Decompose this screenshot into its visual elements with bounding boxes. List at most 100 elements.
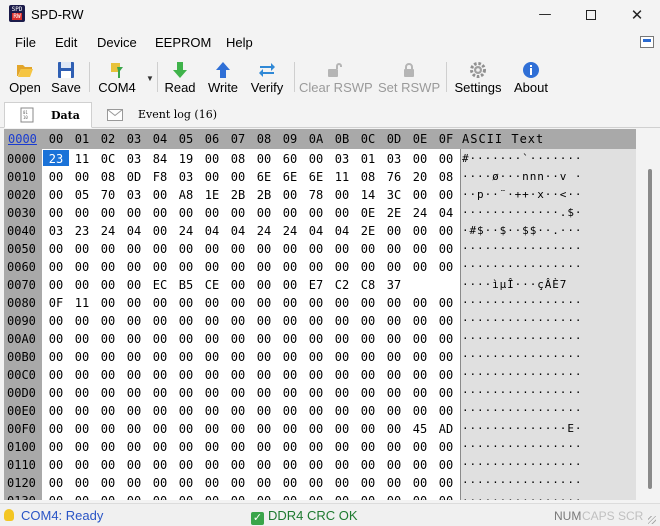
byte-cell[interactable]: 00 (303, 350, 329, 364)
byte-cell[interactable]: 00 (355, 440, 381, 454)
byte-cell[interactable]: 00 (303, 422, 329, 436)
ascii-text[interactable]: ················ (462, 332, 632, 345)
byte-cell[interactable]: 00 (329, 296, 355, 310)
byte-cell[interactable]: 14 (355, 188, 381, 202)
byte-cell[interactable]: C8 (355, 278, 381, 292)
byte-cell[interactable]: 76 (381, 170, 407, 184)
byte-cell[interactable]: 00 (95, 404, 121, 418)
byte-cell[interactable]: 00 (329, 188, 355, 202)
byte-cell[interactable]: 08 (95, 170, 121, 184)
minimize-button[interactable]: — (522, 0, 568, 30)
byte-cell[interactable]: 00 (199, 422, 225, 436)
byte-cell[interactable]: 00 (303, 368, 329, 382)
byte-cell[interactable]: 00 (95, 386, 121, 400)
byte-cell[interactable]: 00 (303, 242, 329, 256)
byte-cell[interactable]: 00 (43, 422, 69, 436)
byte-cell[interactable]: 00 (407, 476, 433, 490)
byte-cell[interactable]: 04 (199, 224, 225, 238)
byte-cell[interactable]: 00 (121, 368, 147, 382)
byte-cell[interactable]: 00 (329, 494, 355, 500)
byte-cell[interactable]: 00 (69, 350, 95, 364)
byte-cell[interactable]: 00 (199, 296, 225, 310)
byte-cell[interactable]: AD (433, 422, 459, 436)
byte-cell[interactable]: 00 (173, 314, 199, 328)
byte-cell[interactable]: 00 (69, 242, 95, 256)
open-button[interactable]: Open (6, 58, 44, 96)
byte-cell[interactable]: 00 (381, 224, 407, 238)
byte-cell[interactable]: 00 (121, 296, 147, 310)
byte-cell[interactable]: C2 (329, 278, 355, 292)
byte-cell[interactable]: 00 (251, 152, 277, 166)
byte-cell[interactable]: 00 (43, 260, 69, 274)
ascii-text[interactable]: ················ (462, 242, 632, 255)
byte-cell[interactable]: 00 (303, 440, 329, 454)
ascii-text[interactable]: ················ (462, 476, 632, 489)
byte-cell[interactable]: 24 (173, 224, 199, 238)
ascii-text[interactable]: ················ (462, 314, 632, 327)
byte-cell[interactable]: 2E (381, 206, 407, 220)
byte-cell[interactable]: 00 (329, 242, 355, 256)
byte-cell[interactable]: 00 (147, 458, 173, 472)
byte-cell[interactable]: 00 (95, 296, 121, 310)
byte-cell[interactable]: 03 (173, 170, 199, 184)
ascii-text[interactable]: ·············.$· (462, 206, 632, 219)
byte-cell[interactable]: 00 (433, 404, 459, 418)
byte-cell[interactable]: 01 (355, 152, 381, 166)
settings-button[interactable]: Settings (451, 58, 505, 96)
byte-cell[interactable]: 00 (407, 458, 433, 472)
byte-cell[interactable]: 00 (69, 368, 95, 382)
byte-cell[interactable]: 00 (381, 440, 407, 454)
byte-cell[interactable]: 60 (277, 152, 303, 166)
byte-cell[interactable]: 00 (433, 224, 459, 238)
byte-cell[interactable]: 00 (355, 242, 381, 256)
byte-cell[interactable]: 00 (251, 422, 277, 436)
about-button[interactable]: About (510, 58, 552, 96)
ascii-text[interactable]: #·······`······· (462, 152, 632, 165)
byte-cell[interactable]: 00 (251, 260, 277, 274)
write-button[interactable]: Write (203, 58, 243, 96)
byte-cell[interactable]: 00 (355, 404, 381, 418)
byte-cell[interactable]: 00 (69, 314, 95, 328)
byte-cell[interactable]: 0E (355, 206, 381, 220)
byte-cell[interactable]: 00 (433, 188, 459, 202)
byte-cell[interactable]: 03 (121, 152, 147, 166)
byte-cell[interactable]: 00 (407, 386, 433, 400)
byte-cell[interactable]: 00 (173, 296, 199, 310)
byte-cell[interactable]: 00 (173, 494, 199, 500)
byte-cell[interactable]: 00 (251, 368, 277, 382)
byte-cell[interactable]: 00 (225, 260, 251, 274)
byte-cell[interactable]: 00 (225, 296, 251, 310)
byte-cell[interactable]: 00 (433, 476, 459, 490)
verify-button[interactable]: Verify (246, 58, 288, 96)
byte-cell[interactable]: 04 (329, 224, 355, 238)
byte-cell[interactable]: 00 (43, 476, 69, 490)
byte-cell[interactable]: 00 (407, 494, 433, 500)
byte-cell[interactable]: 00 (121, 332, 147, 346)
byte-cell[interactable]: 04 (303, 224, 329, 238)
byte-cell[interactable]: 00 (199, 476, 225, 490)
byte-cell[interactable]: 00 (225, 494, 251, 500)
byte-cell[interactable]: 00 (147, 368, 173, 382)
byte-cell[interactable]: 24 (251, 224, 277, 238)
byte-cell[interactable]: 00 (43, 332, 69, 346)
byte-cell[interactable]: 00 (355, 476, 381, 490)
byte-cell[interactable]: 00 (381, 296, 407, 310)
byte-cell[interactable]: 00 (407, 332, 433, 346)
byte-cell[interactable]: 00 (69, 494, 95, 500)
byte-cell[interactable]: 00 (433, 152, 459, 166)
byte-cell[interactable]: 20 (407, 170, 433, 184)
byte-cell[interactable]: 00 (43, 278, 69, 292)
byte-cell[interactable]: 00 (95, 368, 121, 382)
byte-cell[interactable]: 00 (329, 458, 355, 472)
byte-cell[interactable]: 00 (433, 314, 459, 328)
byte-cell[interactable]: 00 (173, 368, 199, 382)
byte-cell[interactable]: 00 (277, 188, 303, 202)
byte-cell[interactable]: 00 (147, 242, 173, 256)
byte-cell[interactable]: 24 (95, 224, 121, 238)
byte-cell[interactable]: 00 (147, 386, 173, 400)
byte-cell[interactable]: 00 (329, 422, 355, 436)
byte-cell[interactable]: 00 (251, 350, 277, 364)
byte-cell[interactable]: 00 (407, 368, 433, 382)
ascii-text[interactable]: ················ (462, 260, 632, 273)
byte-cell[interactable]: 00 (225, 206, 251, 220)
